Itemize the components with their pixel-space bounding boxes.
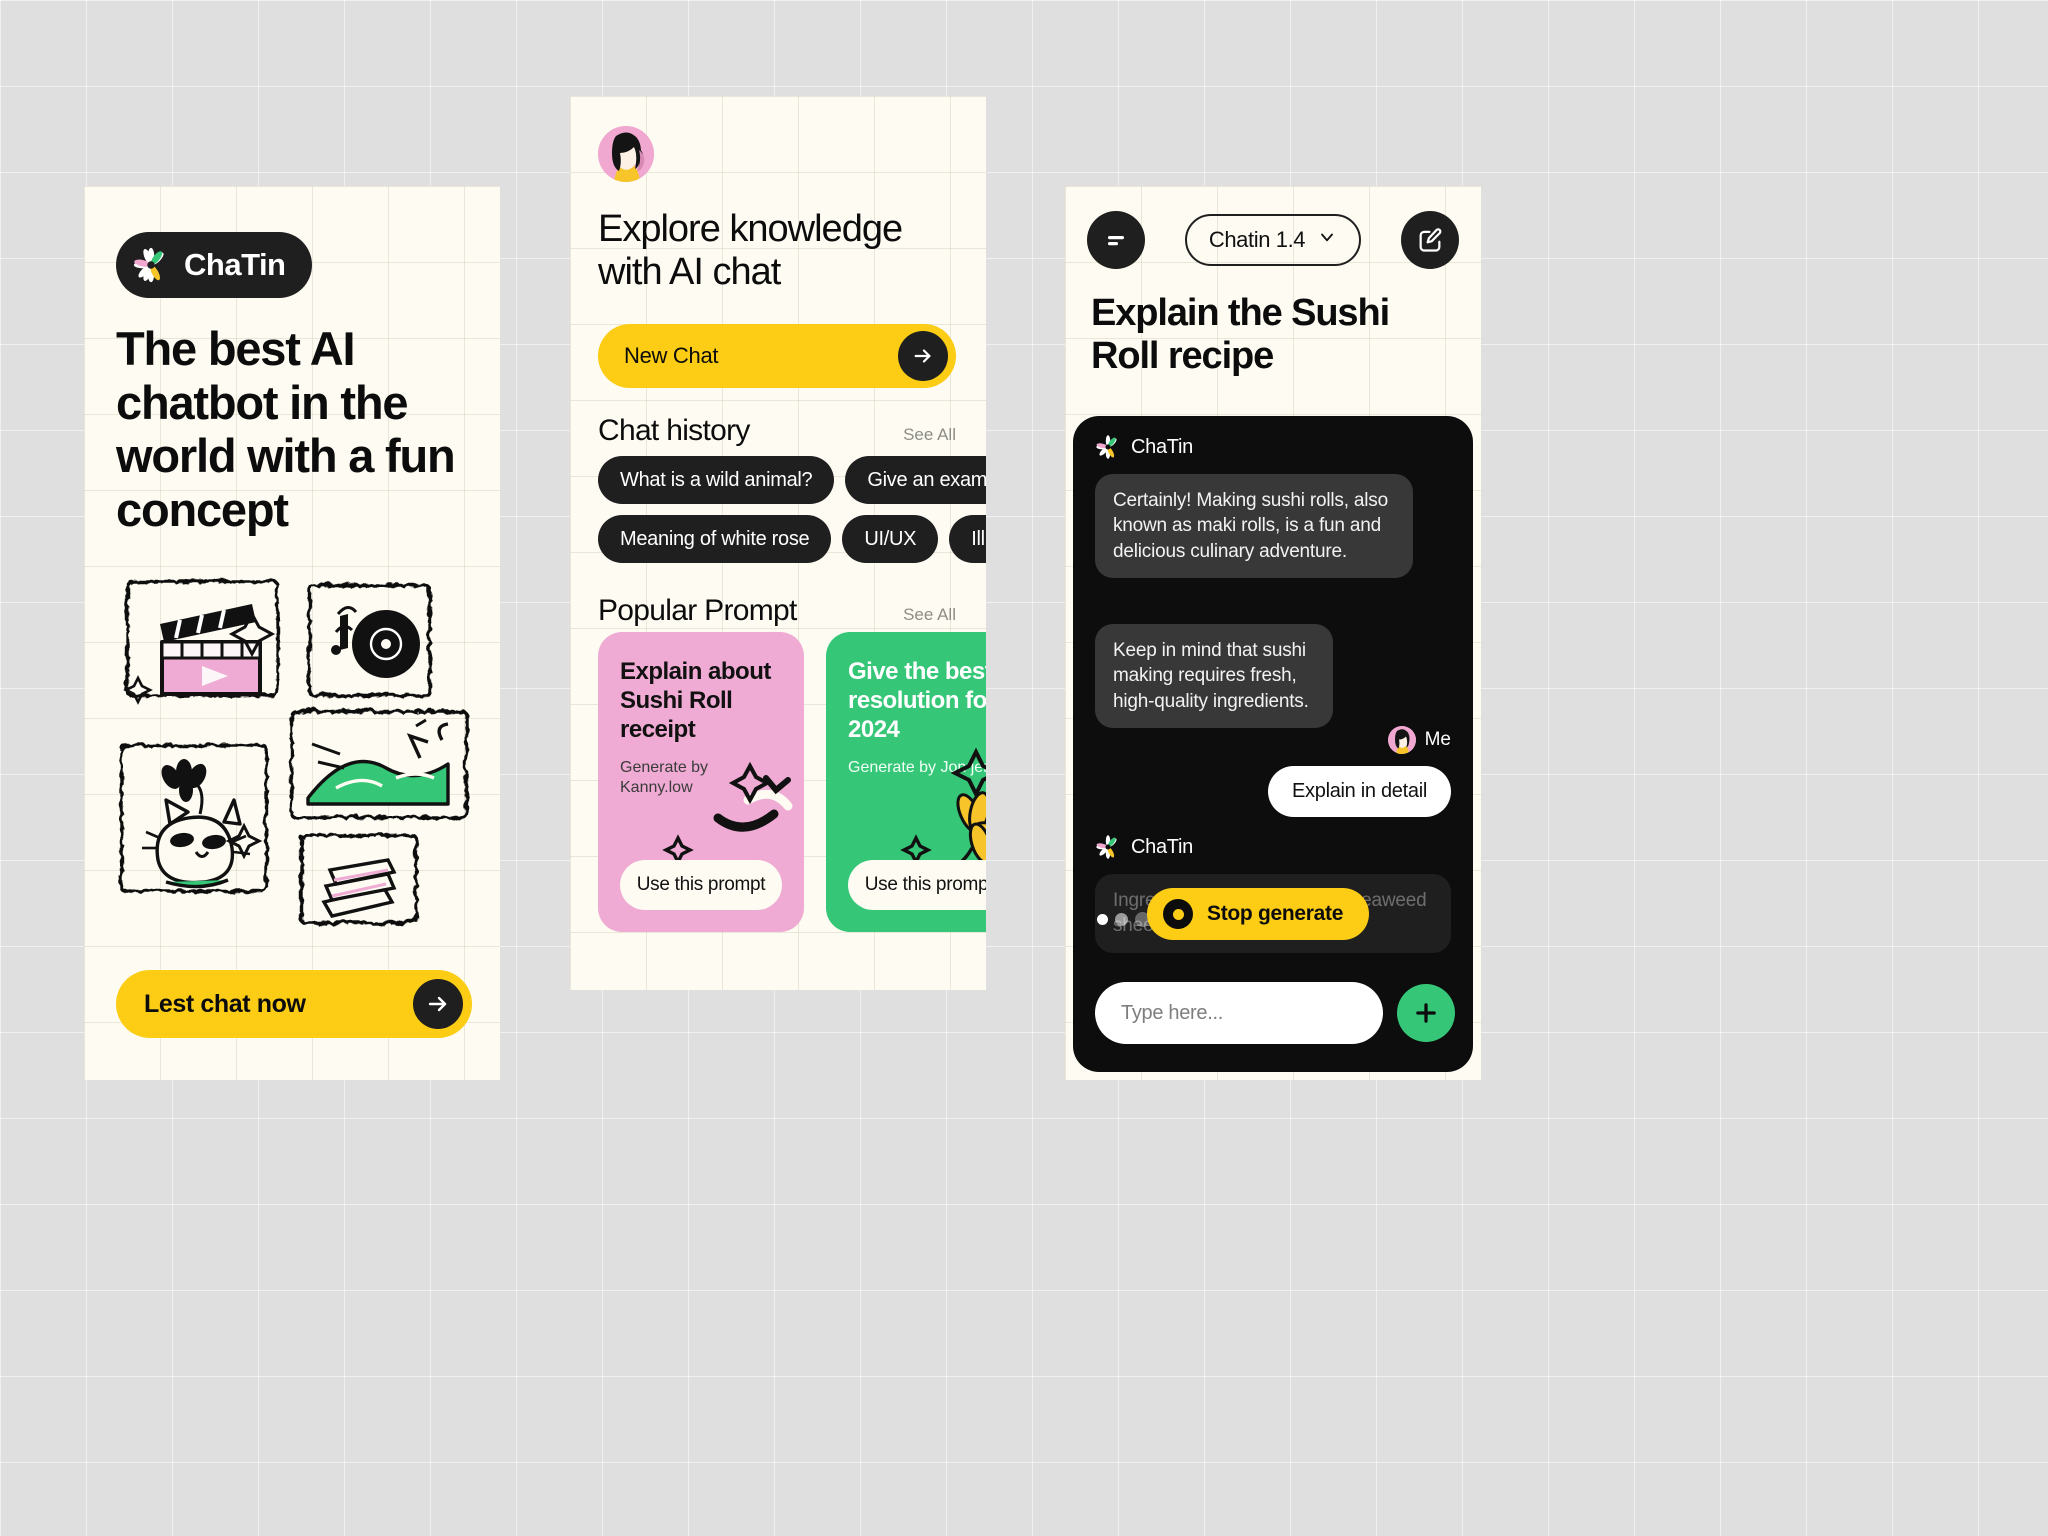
brand-name: ChaTin [184,247,286,282]
chat-history-title: Chat history [598,414,750,447]
prompt-card-title: Explain about Sushi Roll receipt [620,658,771,743]
user-message-author: Me [1387,726,1451,754]
page-title: Explain the Sushi Roll recipe [1091,292,1390,377]
chevron-down-icon [1317,227,1337,253]
stop-generate-button[interactable]: Stop generate [1147,888,1370,940]
daisy-flower-icon [1096,835,1117,859]
model-label: Chatin 1.4 [1208,227,1306,252]
author-name: ChaTin [1131,835,1193,858]
edit-compose-icon[interactable] [1400,211,1459,269]
chip-row: Meaning of white rose UI/UX Illustration [598,515,986,563]
stop-circle-icon [1163,899,1193,929]
prompt-card-author: Generate by Kanny.low [620,759,709,796]
prompt-card-author: Generate by Jon jenny [848,759,986,777]
chip-row: What is a wild animal? Give an example [598,456,986,504]
plus-icon[interactable] [1397,984,1455,1042]
popular-prompt-cards: Explain about Sushi Roll receipt Generat… [598,632,986,932]
screen-explore: Explore knowledge with AI chat New Chat … [570,96,986,990]
page-title: Explore knowledge with AI chat [598,208,903,294]
model-selector[interactable]: Chatin 1.4 [1184,214,1362,266]
prompt-card[interactable]: Explain about Sushi Roll receipt Generat… [598,632,804,932]
list-item[interactable]: What is a wild animal? [598,456,835,504]
daisy-flower-icon [132,246,170,284]
list-item[interactable]: Illustration [949,515,986,563]
page-title: The best AI chatbot in the world with a … [116,322,456,536]
popular-prompt-header: Popular Prompt See All [598,594,956,628]
avatar[interactable] [598,126,654,182]
popular-prompt-title: Popular Prompt [598,594,797,627]
prompt-card-title: Give the best resolution for 2024 [848,658,986,743]
use-this-prompt-button[interactable]: Use this prompt [848,860,986,910]
arrow-right-icon [413,979,463,1029]
user-message: Explain in detail [1268,766,1451,817]
message-author: ChaTin [1095,434,1193,460]
chat-panel: ChaTin Certainly! Making sushi rolls, al… [1073,416,1473,1072]
screen-chat: Chatin 1.4 Explain the Sushi Roll recipe [1065,186,1481,1080]
chat-history-chips: What is a wild animal? Give an example M… [598,456,986,574]
screen-onboarding: ChaTin The best AI chatbot in the world … [84,186,500,1080]
brand-logo: ChaTin [116,232,312,298]
avatar [1387,726,1416,754]
bot-message: Keep in mind that sushi making requires … [1095,624,1333,728]
new-chat-button[interactable]: New Chat [598,324,956,388]
author-name: Me [1424,729,1451,750]
stop-generate-label: Stop generate [1207,902,1344,925]
stop-generate-wrap: Stop generate [1147,888,1370,940]
hamburger-menu-icon[interactable] [1087,211,1145,269]
loading-dots [1097,912,1150,927]
bot-message: Certainly! Making sushi rolls, also know… [1095,474,1413,578]
composer: Type here... [1095,982,1455,1044]
prompt-card[interactable]: Give the best resolution for 2024 Genera… [826,632,986,932]
arrow-right-icon [898,331,948,381]
message-input[interactable]: Type here... [1095,982,1383,1044]
popular-prompt-see-all[interactable]: See All [903,605,956,625]
message-author: ChaTin [1095,834,1193,860]
user-message-wrap: Explain in detail [1268,766,1451,817]
list-item[interactable]: UI/UX [842,515,939,563]
chat-history-header: Chat history See All [598,414,956,448]
chat-history-see-all[interactable]: See All [903,425,956,445]
canvas: ChaTin The best AI chatbot in the world … [0,0,2048,1536]
daisy-flower-icon [1096,435,1117,459]
use-this-prompt-button[interactable]: Use this prompt [620,860,782,910]
cta-label: Lest chat now [144,989,306,1018]
list-item[interactable]: Meaning of white rose [598,515,832,563]
list-item[interactable]: Give an example [845,456,986,504]
chat-toolbar: Chatin 1.4 [1087,210,1459,270]
new-chat-label: New Chat [624,343,719,368]
doodle-stamps-illustration [104,558,494,938]
lets-chat-now-button[interactable]: Lest chat now [116,970,472,1038]
author-name: ChaTin [1131,435,1193,458]
